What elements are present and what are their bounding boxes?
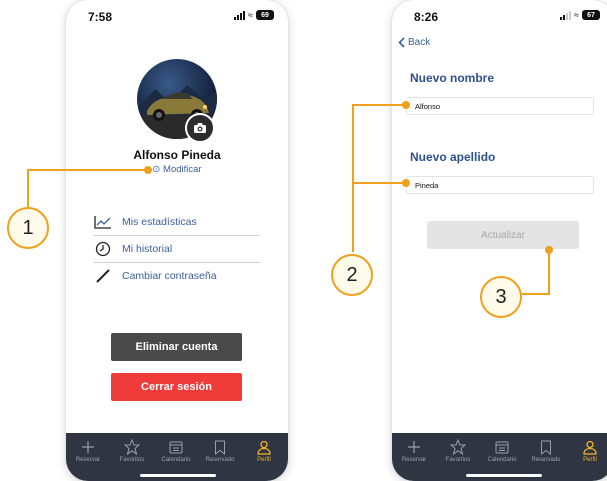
delete-account-button[interactable]: Eliminar cuenta (111, 333, 242, 361)
tab-label: Favoritos (445, 457, 471, 463)
battery-icon: 67 (582, 10, 600, 20)
callout-3-dot (545, 246, 553, 254)
last-name-input[interactable] (406, 176, 594, 194)
status-icons: ≈ 67 (560, 10, 600, 20)
callout-1-badge: 1 (7, 207, 49, 249)
chart-icon (94, 213, 112, 231)
callout-1-line (27, 169, 29, 207)
callout-2-line (352, 104, 354, 252)
menu-item-history[interactable]: Mi historial (94, 236, 260, 262)
tab-bar: Reservar Favoritos Calendario Reservado … (66, 433, 288, 481)
tab-reservado[interactable]: Reservado (198, 439, 242, 463)
person-icon (568, 439, 607, 455)
calendar-icon (480, 439, 524, 455)
status-bar: 8:26 ≈ 67 (392, 0, 607, 34)
callout-2-line (352, 182, 406, 184)
profile-name: Alfonso Pineda (133, 148, 221, 162)
tab-label: Perfil (583, 457, 597, 463)
bookmark-icon (524, 439, 568, 455)
callout-1-line (27, 169, 148, 171)
plus-icon (392, 439, 436, 455)
profile-screen: 7:58 ≈ 69 Alfonso Pineda ⊙ Modificar Mis… (66, 0, 288, 481)
menu-label-history: Mi historial (122, 243, 173, 255)
status-time: 8:26 (414, 10, 439, 24)
tab-label: Reservar (75, 457, 101, 463)
tab-label: Reservar (401, 457, 427, 463)
logout-button[interactable]: Cerrar sesión (111, 373, 242, 401)
camera-icon (194, 123, 206, 133)
first-name-label: Nuevo nombre (410, 71, 495, 85)
home-indicator (140, 474, 216, 477)
tab-reservar[interactable]: Reservar (66, 439, 110, 463)
callout-2-line (352, 104, 406, 106)
edit-name-screen: 8:26 ≈ 67 Back Nuevo nombre Nuevo apelli… (392, 0, 607, 481)
signal-icon (234, 10, 246, 20)
tab-calendario[interactable]: Calendario (154, 439, 198, 463)
status-bar: 7:58 ≈ 69 (66, 0, 288, 34)
signal-icon (560, 10, 572, 20)
callout-3-line (548, 250, 550, 295)
callout-3-line (522, 293, 550, 295)
tab-calendario[interactable]: Calendario (480, 439, 524, 463)
menu-item-statistics[interactable]: Mis estadísticas (94, 209, 260, 235)
tab-label: Reservado (531, 457, 561, 463)
callout-2-dot (402, 101, 410, 109)
modify-label: Modificar (163, 164, 202, 175)
callout-2-dot (402, 179, 410, 187)
menu-label-change-password: Cambiar contraseña (122, 270, 217, 282)
tab-label: Favoritos (119, 457, 145, 463)
tab-perfil[interactable]: Perfil (242, 439, 286, 463)
tab-favoritos[interactable]: Favoritos (110, 439, 154, 463)
menu-item-change-password[interactable]: Cambiar contraseña (94, 263, 260, 289)
tab-perfil[interactable]: Perfil (568, 439, 607, 463)
clock-icon (94, 240, 112, 258)
star-icon (436, 439, 480, 455)
star-icon (110, 439, 154, 455)
pencil-icon (94, 267, 112, 285)
tab-label: Perfil (257, 457, 271, 463)
first-name-input[interactable] (406, 97, 594, 115)
home-indicator (466, 474, 542, 477)
tab-label: Reservado (205, 457, 235, 463)
tab-reservado[interactable]: Reservado (524, 439, 568, 463)
back-label: Back (408, 37, 431, 48)
status-icons: ≈ 69 (234, 10, 274, 20)
wifi-icon: ≈ (574, 9, 579, 20)
bookmark-icon (198, 439, 242, 455)
person-icon (242, 439, 286, 455)
tab-label: Calendario (487, 457, 517, 463)
wifi-icon: ≈ (248, 9, 253, 20)
battery-icon: 69 (256, 10, 274, 20)
tab-bar: Reservar Favoritos Calendario Reservado … (392, 433, 607, 481)
tab-reservar[interactable]: Reservar (392, 439, 436, 463)
back-button[interactable]: Back (398, 37, 430, 48)
callout-1-dot (144, 166, 152, 174)
menu-label-statistics: Mis estadísticas (122, 216, 197, 228)
calendar-icon (154, 439, 198, 455)
tab-favoritos[interactable]: Favoritos (436, 439, 480, 463)
update-button[interactable]: Actualizar (427, 221, 579, 249)
tab-label: Calendario (161, 457, 191, 463)
callout-3-badge: 3 (480, 276, 522, 318)
status-time: 7:58 (88, 10, 113, 24)
chevron-left-icon (398, 37, 405, 48)
last-name-label: Nuevo apellido (410, 150, 496, 164)
camera-button[interactable] (185, 113, 215, 143)
callout-2-badge: 2 (331, 254, 373, 296)
plus-icon (66, 439, 110, 455)
edit-circle-icon: ⊙ (152, 164, 161, 175)
